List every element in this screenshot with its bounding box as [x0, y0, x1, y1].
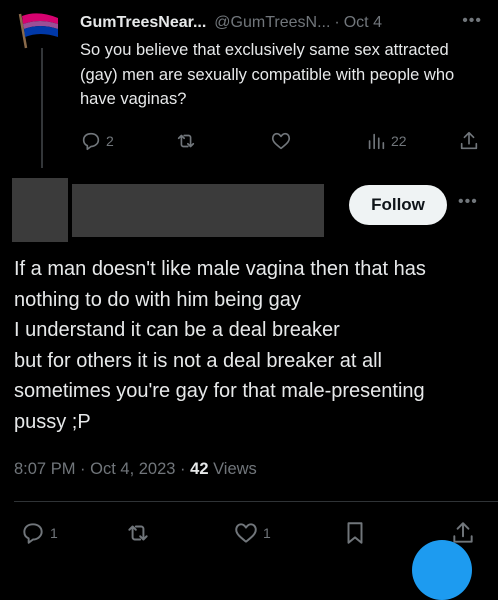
heart-icon	[271, 132, 291, 150]
flag-icon[interactable]	[14, 10, 66, 50]
tweet-date[interactable]: Oct 4	[344, 14, 382, 32]
tweet-text-line: If a man doesn't like male vagina then t…	[14, 258, 426, 280]
parent-action-bar: 2 22	[80, 130, 485, 154]
reply-button[interactable]: 2	[80, 130, 114, 152]
reply-icon	[82, 132, 100, 151]
follow-button[interactable]: Follow	[349, 185, 447, 225]
thread-line	[41, 48, 43, 168]
parent-tweet-text: So you believe that exclusively same sex…	[80, 41, 455, 108]
redacted-avatar	[12, 178, 68, 242]
redacted-author	[72, 184, 324, 237]
views-count: 22	[391, 133, 407, 149]
views-count: 42	[190, 460, 209, 478]
bookmark-icon	[347, 522, 363, 544]
tweet-text-line: I understand it can be a deal breaker	[14, 319, 340, 341]
retweet-button[interactable]	[125, 520, 151, 546]
share-button[interactable]	[458, 130, 480, 152]
reply-count: 2	[106, 133, 114, 149]
tweet-meta: 8:07 PM · Oct 4, 2023 · 42 Views	[14, 460, 257, 479]
like-count: 1	[263, 525, 271, 541]
tweet-text-line: nothing to do with him being gay	[14, 288, 301, 311]
more-icon[interactable]: •••	[458, 193, 478, 211]
views-button[interactable]: 22	[365, 130, 407, 152]
tweet-text-line: but for others it is not a deal breaker …	[14, 349, 382, 372]
bookmark-button[interactable]	[342, 520, 368, 546]
retweet-icon	[177, 134, 195, 148]
share-icon	[460, 131, 478, 150]
parent-tweet-header: GumTreesNear... @GumTreesN... · Oct 4 ••…	[80, 12, 490, 34]
like-button[interactable]	[270, 130, 292, 152]
display-name[interactable]: GumTreesNear...	[80, 14, 206, 32]
retweet-button[interactable]	[175, 130, 197, 152]
reply-button[interactable]: 1	[20, 520, 58, 546]
tweet-time[interactable]: 8:07 PM	[14, 460, 75, 478]
tweet-text: If a man doesn't like male vagina then t…	[14, 254, 492, 437]
dot-separator: ·	[334, 14, 340, 31]
dot-separator: ·	[80, 460, 86, 478]
views-icon	[368, 133, 385, 150]
like-button[interactable]: 1	[233, 520, 271, 546]
handle[interactable]: @GumTreesN...	[214, 14, 330, 32]
tweet-text-line: pussy ;P	[14, 410, 91, 433]
more-icon[interactable]: •••	[462, 12, 482, 30]
divider	[14, 501, 498, 502]
compose-button[interactable]	[412, 540, 472, 600]
heart-icon	[235, 523, 257, 543]
retweet-icon	[128, 525, 148, 541]
reply-icon	[23, 523, 43, 544]
reply-count: 1	[50, 525, 58, 541]
tweet-full-date[interactable]: Oct 4, 2023	[90, 460, 175, 478]
main-action-bar: 1 1	[20, 520, 490, 548]
tweet-text-line: sometimes you're gay for that male-prese…	[14, 380, 425, 402]
dot-separator: ·	[180, 460, 186, 478]
views-label: Views	[213, 460, 257, 478]
